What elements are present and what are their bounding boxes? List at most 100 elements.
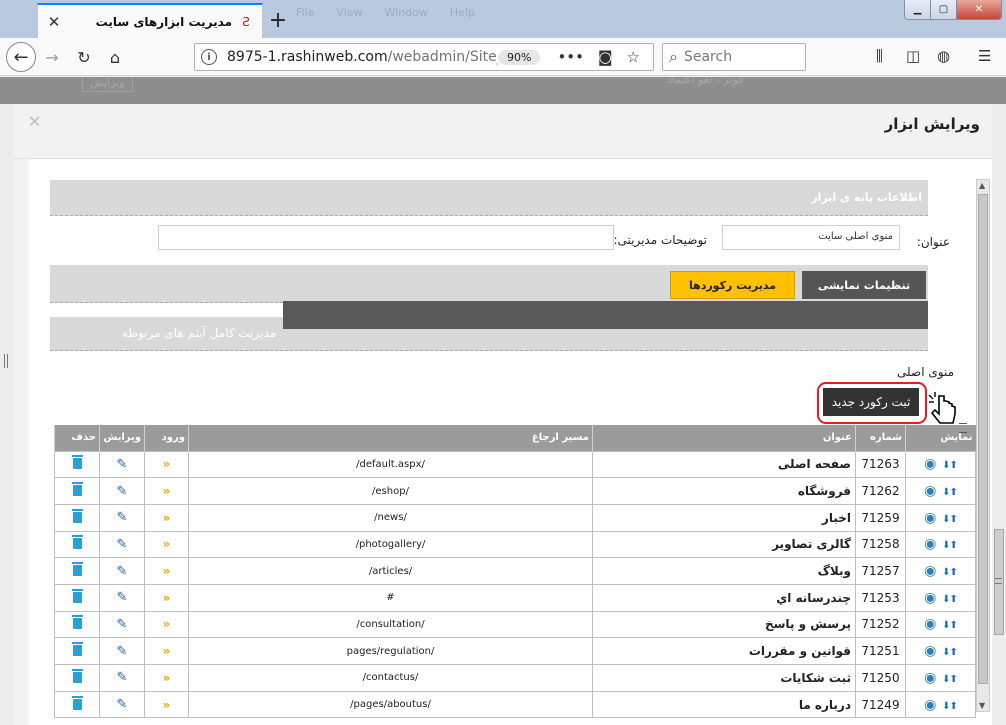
pencil-edit-icon[interactable]: ✎ [117,590,128,605]
pencil-edit-icon[interactable]: ✎ [117,670,128,685]
pencil-edit-icon[interactable]: ✎ [117,697,128,712]
sidebar-icon[interactable]: ◫ [906,47,920,65]
visibility-eye-icon[interactable]: ◉ [924,456,936,472]
enter-chevrons-icon[interactable]: « [163,644,171,658]
library-icon[interactable]: ⫼ [876,47,883,65]
reorder-arrows-icon[interactable]: ⬆⬇ [942,674,958,685]
url-bar[interactable]: i 8975-1.rashinweb.com/webadmin/Site_ 90… [194,43,654,71]
show-cell: ⬆⬇ ◉ [905,557,976,585]
trash-delete-icon[interactable] [71,508,83,523]
window-close-button[interactable]: ✕ [957,0,1001,19]
visibility-eye-icon[interactable]: ◉ [924,616,936,632]
trash-delete-icon[interactable] [71,668,83,683]
reorder-arrows-icon[interactable]: ⬆⬇ [942,514,958,525]
record-id: 71263 [855,450,906,479]
reorder-arrows-icon[interactable]: ⬆⬇ [942,594,958,605]
record-id: 71258 [855,530,906,559]
pencil-edit-icon[interactable]: ✎ [117,564,128,579]
bookmark-star-icon[interactable]: ☆ [627,48,640,66]
trash-delete-icon[interactable] [71,455,83,470]
table-row: ⬆⬇ ◉ 71257 وبلاگ/articles/«✎ [54,557,976,585]
visibility-eye-icon[interactable]: ◉ [924,536,936,552]
enter-chevrons-icon[interactable]: « [163,591,171,605]
trash-delete-icon[interactable] [71,615,83,630]
visibility-eye-icon[interactable]: ◉ [924,590,936,606]
enter-chevrons-icon[interactable]: « [163,698,171,712]
enter-chevrons-icon[interactable]: « [163,564,171,578]
enter-chevrons-icon[interactable]: « [163,671,171,685]
record-path: /pages/regulation [188,637,593,665]
add-record-button[interactable]: ثبت رکورد جدید [823,388,919,416]
home-button[interactable]: ⌂ [101,43,129,71]
show-cell: ⬆⬇ ◉ [905,690,976,719]
modal-body-frame: اطلاعات پایه ی ابزار عنوان: منوی اصلی سا… [29,159,992,725]
forward-button[interactable]: → [38,43,66,71]
enter-chevrons-icon[interactable]: « [163,617,171,631]
reorder-arrows-icon[interactable]: ⬆⬇ [942,567,958,578]
new-tab-button[interactable]: + [266,8,290,33]
pencil-edit-icon[interactable]: ✎ [117,537,128,552]
visibility-eye-icon[interactable]: ◉ [924,510,936,526]
close-tab-icon[interactable]: ✕ [46,13,62,31]
enter-chevrons-icon[interactable]: « [163,457,171,471]
trash-delete-icon[interactable] [71,588,83,603]
globe-icon[interactable]: ◍ [937,47,950,65]
pencil-edit-icon[interactable]: ✎ [117,457,128,472]
col-header-id[interactable]: شماره [855,425,906,451]
pocket-icon[interactable]: ◙ [598,48,613,66]
url-text[interactable]: 8975-1.rashinweb.com/webadmin/Site_ [227,49,498,65]
pencil-edit-icon[interactable]: ✎ [117,644,128,659]
col-header-edit[interactable]: ویرایش [99,425,145,451]
enter-chevrons-icon[interactable]: « [163,537,171,551]
enter-chevrons-icon[interactable]: « [163,484,171,498]
col-header-delete[interactable]: حذف [54,425,100,451]
reorder-arrows-icon[interactable]: ⬆⬇ [942,620,958,631]
page-actions-icon[interactable]: ••• [557,48,584,66]
pencil-edit-icon[interactable]: ✎ [117,510,128,525]
trash-delete-icon[interactable] [71,535,83,550]
col-header-login[interactable]: ورود [144,425,189,451]
back-button[interactable]: ← [6,42,36,72]
reorder-arrows-icon[interactable]: ⬆⬇ [942,647,958,658]
visibility-eye-icon[interactable]: ◉ [924,670,936,686]
trash-delete-icon[interactable] [71,642,83,657]
browser-tab[interactable]: Ƨ مدیریت ابزارهای سایت ✕ [37,3,263,38]
page-scrollbar[interactable] [992,104,1006,725]
reorder-arrows-icon[interactable]: ⬆⬇ [942,701,958,712]
zoom-level-button[interactable]: 90% [497,49,541,65]
visibility-eye-icon[interactable]: ◉ [924,483,936,499]
basic-info-title: اطلاعات پایه ی ابزار [811,191,922,204]
maximize-button[interactable]: ▢ [931,0,957,19]
notes-input[interactable] [158,225,614,250]
trash-delete-icon[interactable] [71,562,83,577]
record-id: 71259 [855,503,906,532]
reorder-arrows-icon[interactable]: ⬆⬇ [942,540,958,551]
modal-scrollbar[interactable]: ▲ ▼ [976,179,990,712]
scroll-up-icon[interactable]: ▲ [979,181,985,190]
pencil-edit-icon[interactable]: ✎ [117,484,128,499]
scroll-down-icon[interactable]: ▼ [979,701,985,710]
site-info-icon[interactable]: i [201,49,217,65]
trash-delete-icon[interactable] [71,695,83,710]
col-header-title[interactable]: عنوان [592,425,856,451]
reorder-arrows-icon[interactable]: ⬆⬇ [942,487,958,498]
trash-delete-icon[interactable] [71,482,83,497]
visibility-eye-icon[interactable]: ◉ [924,697,936,713]
left-resize-grip[interactable] [4,354,8,368]
reorder-arrows-icon[interactable]: ⬆⬇ [942,460,958,471]
visibility-eye-icon[interactable]: ◉ [924,643,936,659]
background-edit-button: ویرایش [82,77,133,92]
title-input[interactable]: منوی اصلی سایت [722,225,900,250]
col-header-path[interactable]: مسیر ارجاع [188,425,593,451]
modal-scroll-thumb[interactable] [978,194,988,684]
minimize-button[interactable]: ▁ [905,0,931,19]
tab-records-management[interactable]: مدیریت رکوردها [670,271,795,299]
menu-hamburger-icon[interactable]: ☰ [978,47,991,65]
modal-close-icon[interactable]: ✕ [28,112,41,131]
reload-button[interactable]: ↻ [70,43,98,71]
search-box[interactable]: ⌕ Search [662,43,806,71]
visibility-eye-icon[interactable]: ◉ [924,563,936,579]
enter-chevrons-icon[interactable]: « [163,511,171,525]
tab-display-settings[interactable]: تنظیمات نمایشی [802,271,926,299]
pencil-edit-icon[interactable]: ✎ [117,617,128,632]
